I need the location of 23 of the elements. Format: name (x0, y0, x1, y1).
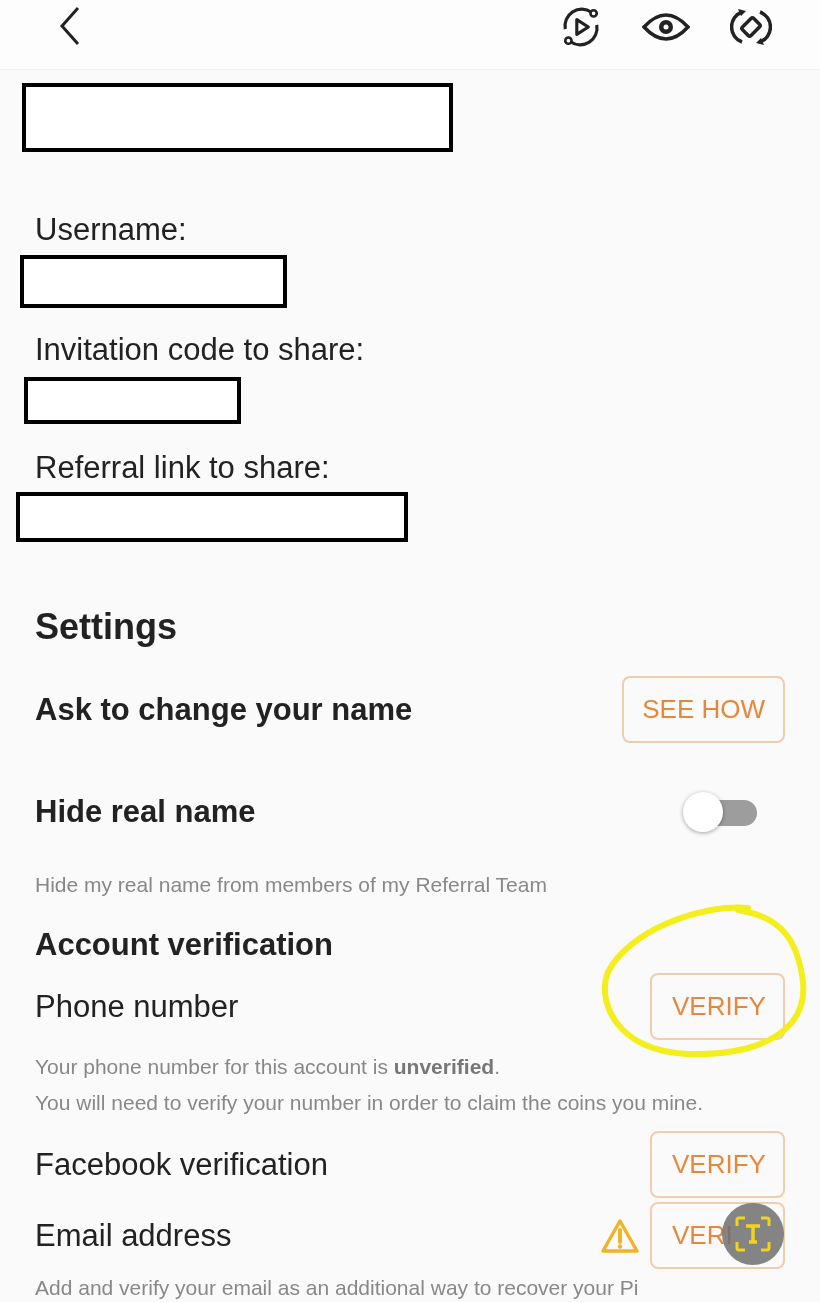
toggle-switch[interactable] (683, 792, 757, 832)
verify-button[interactable]: VERIFY (650, 1131, 785, 1198)
verification-label: Phone number (35, 988, 239, 1025)
verification-description: You will need to verify your number in order to claim the coins you mine. (35, 1090, 705, 1116)
section-title: Settings (35, 605, 178, 649)
back-icon[interactable] (58, 6, 82, 46)
verification-label: Facebook verification (35, 1146, 328, 1183)
see-how-button[interactable]: SEE HOW (622, 676, 785, 743)
rotate-icon[interactable] (730, 6, 772, 48)
warning-icon (600, 1217, 640, 1254)
section-title: Account verification (35, 927, 334, 963)
verify-button[interactable]: VERIFY (650, 973, 785, 1040)
eye-icon[interactable] (642, 11, 690, 43)
field-label: Username: (35, 212, 188, 248)
verification-description: Add and verify your email as an additional way to recover your Pi (35, 1275, 640, 1301)
field-label: Referral link to share: (35, 450, 331, 486)
verification-description: Your phone number for this account is unverified. (35, 1054, 501, 1080)
setting-label: Hide real name (35, 794, 256, 830)
verification-label: Email address (35, 1217, 232, 1254)
field-label: Invitation code to share: (35, 332, 366, 368)
text-scan-icon (733, 1214, 773, 1254)
setting-description: Hide my real name from members of my Referral Team (35, 872, 548, 898)
setting-label: Ask to change your name (35, 691, 413, 728)
